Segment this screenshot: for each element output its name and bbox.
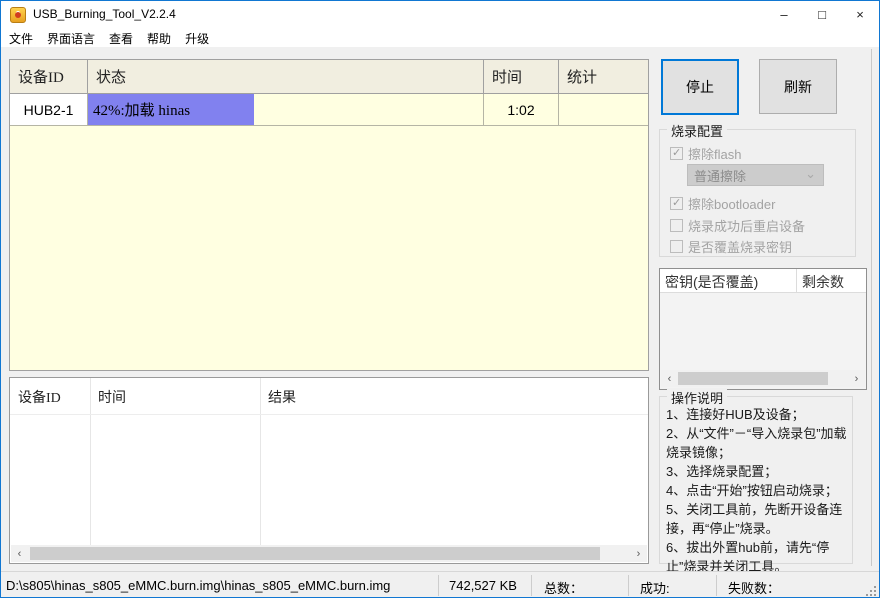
column-header-status[interactable]: 状态	[88, 60, 484, 93]
column-divider	[90, 378, 91, 546]
title-bar: USB_Burning_Tool_V2.2.4 – □ ×	[1, 1, 879, 29]
reboot-after-success-label: 烧录成功后重启设备	[688, 216, 805, 235]
instruction-line: 2、从“文件”－“导入烧录包”加载烧录镜像；	[666, 424, 848, 462]
menu-item-file[interactable]: 文件	[9, 30, 41, 47]
maximize-button[interactable]: □	[803, 1, 841, 29]
column-header-stats[interactable]: 统计	[559, 60, 648, 93]
scrollbar-thumb[interactable]	[30, 547, 600, 560]
instructions-group: 操作说明 1、连接好HUB及设备； 2、从“文件”－“导入烧录包”加载烧录镜像；…	[659, 396, 853, 564]
chevron-down-icon: ⌄	[805, 166, 816, 182]
erase-flash-label: 擦除flash	[688, 144, 741, 163]
instruction-line: 1、连接好HUB及设备；	[666, 405, 848, 424]
checkbox-icon	[670, 219, 683, 232]
result-table-hscrollbar[interactable]: ‹ ›	[11, 545, 647, 562]
checkbox-icon	[670, 197, 683, 210]
resize-grip[interactable]	[864, 584, 876, 596]
column-divider	[260, 378, 261, 546]
time-cell: 1:02	[484, 94, 559, 125]
device-grid: 设备ID 状态 时间 统计 HUB2-1 42%:加载 hinas 1:02	[9, 59, 649, 371]
checkbox-icon	[670, 147, 683, 160]
erase-mode-value: 普通擦除	[694, 166, 746, 185]
menu-item-upgrade[interactable]: 升级	[185, 30, 217, 47]
column-header-remaining[interactable]: 剩余数	[797, 269, 866, 292]
menu-item-view[interactable]: 查看	[109, 30, 141, 47]
erase-bootloader-checkbox[interactable]: 擦除bootloader	[670, 194, 775, 213]
result-table: 设备ID 时间 结果 ‹ ›	[9, 377, 649, 564]
header-divider	[10, 414, 648, 415]
key-table: 密钥(是否覆盖) 剩余数 ‹ ›	[659, 268, 867, 390]
image-file-size: 742,527 KB	[449, 578, 517, 593]
fail-count-label: 失败数：	[728, 578, 780, 597]
menu-bar: 文件 界面语言 查看 帮助 升级	[1, 29, 879, 47]
key-table-header: 密钥(是否覆盖) 剩余数	[660, 269, 866, 293]
checkbox-icon	[670, 240, 683, 253]
status-bar: D:\s805\hinas_s805_eMMC.burn.img\hinas_s…	[1, 571, 879, 598]
instruction-line: 3、选择烧录配置；	[666, 462, 848, 481]
image-file-path: D:\s805\hinas_s805_eMMC.burn.img\hinas_s…	[6, 578, 390, 593]
instructions-text: 1、连接好HUB及设备； 2、从“文件”－“导入烧录包”加载烧录镜像； 3、选择…	[666, 405, 848, 576]
column-header-result[interactable]: 结果	[260, 378, 648, 414]
total-count-label: 总数：	[544, 578, 583, 597]
status-progress-cell: 42%:加载 hinas	[88, 94, 484, 125]
device-row[interactable]: HUB2-1 42%:加载 hinas 1:02	[10, 94, 648, 126]
column-header-device-id[interactable]: 设备ID	[10, 378, 90, 414]
close-button[interactable]: ×	[841, 1, 879, 29]
overwrite-burn-key-checkbox[interactable]: 是否覆盖烧录密钥	[670, 237, 792, 256]
menu-item-language[interactable]: 界面语言	[47, 30, 103, 47]
window-title: USB_Burning_Tool_V2.2.4	[33, 7, 176, 21]
refresh-button[interactable]: 刷新	[759, 59, 837, 114]
erase-bootloader-label: 擦除bootloader	[688, 194, 775, 213]
column-header-time[interactable]: 时间	[90, 378, 260, 414]
column-header-key[interactable]: 密钥(是否覆盖)	[660, 269, 797, 292]
menu-item-help[interactable]: 帮助	[147, 30, 179, 47]
statusbar-separator	[628, 575, 629, 596]
scroll-left-icon[interactable]: ‹	[661, 370, 678, 387]
key-table-hscrollbar[interactable]: ‹ ›	[661, 370, 865, 387]
column-header-device-id[interactable]: 设备ID	[10, 60, 88, 93]
erase-mode-dropdown[interactable]: 普通擦除 ⌄	[687, 164, 824, 186]
instruction-line: 5、关闭工具前，先断开设备连接，再“停止”烧录。	[666, 500, 848, 538]
instruction-line: 4、点击“开始”按钮启动烧录；	[666, 481, 848, 500]
stats-cell	[559, 94, 648, 125]
scroll-right-icon[interactable]: ›	[630, 545, 647, 562]
device-id-cell: HUB2-1	[10, 94, 88, 125]
minimize-button[interactable]: –	[765, 1, 803, 29]
status-text: 42%:加载 hinas	[93, 94, 190, 125]
burn-config-group: 烧录配置 擦除flash 普通擦除 ⌄ 擦除bootloader 烧录成功后重启…	[659, 129, 856, 257]
device-grid-header: 设备ID 状态 时间 统计	[10, 60, 648, 94]
burn-config-title: 烧录配置	[667, 121, 727, 140]
scroll-left-icon[interactable]: ‹	[11, 545, 28, 562]
stop-button[interactable]: 停止	[661, 59, 739, 115]
reboot-after-success-checkbox[interactable]: 烧录成功后重启设备	[670, 216, 805, 235]
success-count-label: 成功:	[640, 578, 670, 597]
erase-flash-checkbox[interactable]: 擦除flash	[670, 144, 741, 163]
panel-divider	[871, 49, 872, 566]
statusbar-separator	[531, 575, 532, 596]
scrollbar-thumb[interactable]	[678, 372, 828, 385]
column-header-time[interactable]: 时间	[484, 60, 559, 93]
statusbar-separator	[716, 575, 717, 596]
app-icon	[10, 7, 26, 23]
overwrite-burn-key-label: 是否覆盖烧录密钥	[688, 237, 792, 256]
result-table-header: 设备ID 时间 结果	[10, 378, 648, 414]
app-window: USB_Burning_Tool_V2.2.4 – □ × 文件 界面语言 查看…	[0, 0, 880, 598]
scroll-right-icon[interactable]: ›	[848, 370, 865, 387]
statusbar-separator	[438, 575, 439, 596]
